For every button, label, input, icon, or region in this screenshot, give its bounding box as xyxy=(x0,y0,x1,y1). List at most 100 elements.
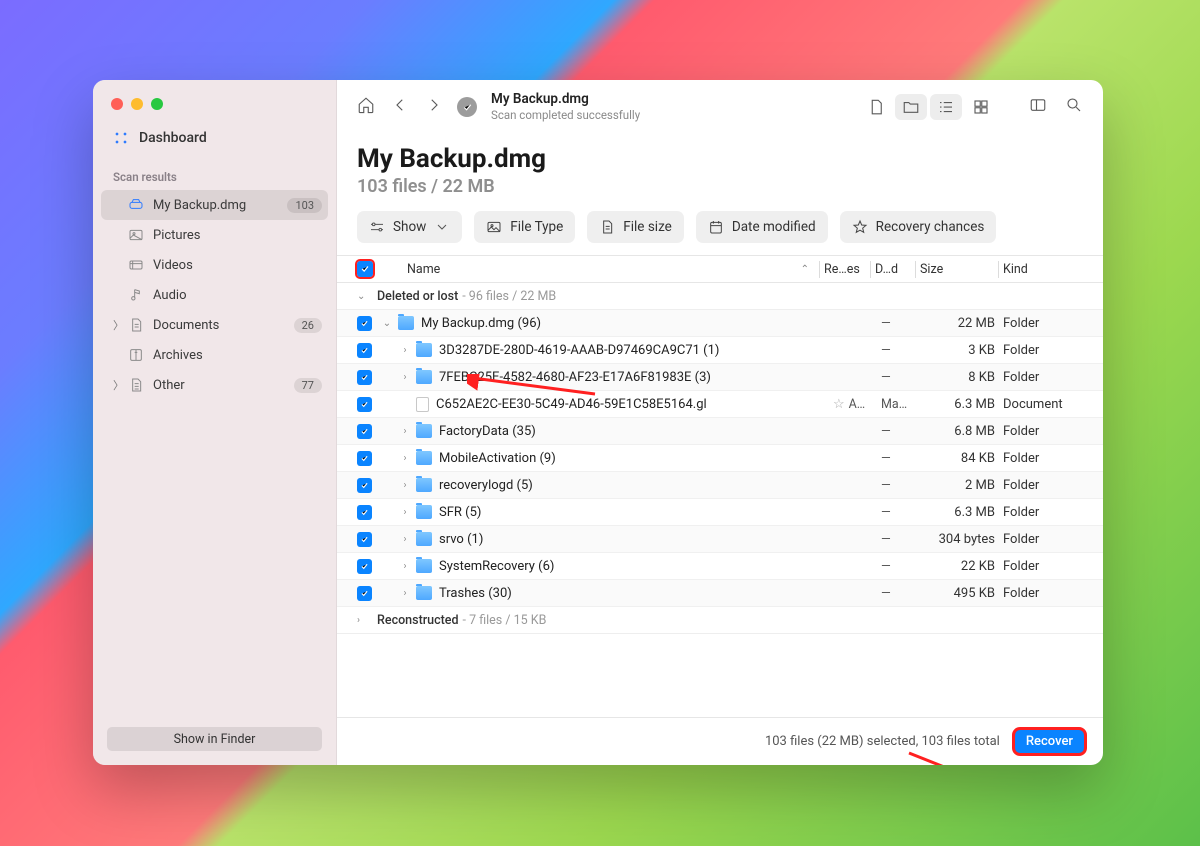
archive-icon xyxy=(127,347,145,363)
row-checkbox[interactable] xyxy=(357,559,372,574)
row-kind: Document xyxy=(1003,397,1083,412)
expand-icon[interactable]: › xyxy=(398,534,412,545)
row-name: FactoryData (35) xyxy=(439,424,833,439)
folder-icon xyxy=(416,451,432,465)
sidebar-item-label: Videos xyxy=(153,258,193,273)
row-checkbox[interactable] xyxy=(357,451,372,466)
row-checkbox[interactable] xyxy=(357,397,372,412)
scan-complete-icon xyxy=(457,97,477,117)
row-date: — xyxy=(881,532,923,547)
table-row[interactable]: ›7FEBC25E-4582-4680-AF23-E17A6F81983E (3… xyxy=(337,364,1103,391)
col-date[interactable]: D…d xyxy=(875,262,917,277)
table-row[interactable]: ›SFR (5)—6.3 MBFolder xyxy=(337,499,1103,526)
sidebar-item-label: Archives xyxy=(153,348,203,363)
footer-bar: 103 files (22 MB) selected, 103 files to… xyxy=(337,717,1103,765)
row-kind: Folder xyxy=(1003,478,1083,493)
filter-recovery-chances[interactable]: Recovery chances xyxy=(840,211,997,243)
table-row[interactable]: ›Trashes (30)—495 KBFolder xyxy=(337,580,1103,607)
dashboard-link[interactable]: Dashboard xyxy=(93,110,336,146)
table-row[interactable]: C652AE2C-EE30-5C49-AD46-59E1C58E5164.gl☆… xyxy=(337,391,1103,418)
folder-icon xyxy=(416,424,432,438)
home-icon[interactable] xyxy=(357,96,375,118)
table-body: ⌄Deleted or lost - 96 files / 22 MB ⌄ My B… xyxy=(337,283,1103,717)
row-kind: Folder xyxy=(1003,451,1083,466)
nav-back-icon[interactable] xyxy=(391,96,409,118)
table-row[interactable]: ›FactoryData (35)—6.8 MBFolder xyxy=(337,418,1103,445)
sidebar-item-pictures[interactable]: 〉Pictures xyxy=(93,220,336,250)
expand-icon[interactable]: › xyxy=(398,426,412,437)
row-size: 6.3 MB xyxy=(923,505,1003,520)
table-row[interactable]: ⌄My Backup.dmg (96)—22 MBFolder xyxy=(337,310,1103,337)
expand-icon[interactable]: › xyxy=(398,453,412,464)
view-grid-icon[interactable] xyxy=(965,94,997,120)
row-checkbox[interactable] xyxy=(357,370,372,385)
page-heading: My Backup.dmg 103 files / 22 MB xyxy=(337,134,1103,211)
sidebar-item-documents[interactable]: 〉Documents26 xyxy=(93,310,336,340)
sidebar-item-label: Audio xyxy=(153,288,186,303)
table-row[interactable]: ›recoverylogd (5)—2 MBFolder xyxy=(337,472,1103,499)
row-checkbox[interactable] xyxy=(357,586,372,601)
expand-icon[interactable]: › xyxy=(398,588,412,599)
sidebar-item-other[interactable]: 〉Other77 xyxy=(93,370,336,400)
col-recovery-chances[interactable]: Re…es xyxy=(824,262,872,277)
row-checkbox[interactable] xyxy=(357,343,372,358)
expand-icon[interactable]: › xyxy=(398,372,412,383)
search-icon[interactable] xyxy=(1065,96,1083,118)
sidebar-item-audio[interactable]: 〉Audio xyxy=(93,280,336,310)
row-date: — xyxy=(881,424,923,439)
view-doc-icon[interactable] xyxy=(860,94,892,120)
col-kind[interactable]: Kind xyxy=(1003,262,1083,277)
row-checkbox[interactable] xyxy=(357,424,372,439)
sidebar-item-archives[interactable]: 〉Archives xyxy=(93,340,336,370)
view-mode-group xyxy=(860,94,997,120)
table-row[interactable]: ›MobileActivation (9)—84 KBFolder xyxy=(337,445,1103,472)
sidebar-item-videos[interactable]: 〉Videos xyxy=(93,250,336,280)
filter-show[interactable]: Show xyxy=(357,211,462,243)
row-kind: Folder xyxy=(1003,586,1083,601)
folder-icon xyxy=(416,478,432,492)
sidebar-badge: 103 xyxy=(287,198,322,213)
image-icon xyxy=(127,227,145,243)
col-size[interactable]: Size xyxy=(920,262,1000,277)
toolbar-title-block: My Backup.dmg Scan completed successfull… xyxy=(491,91,640,122)
table-row[interactable]: ›srvo (1)—304 bytesFolder xyxy=(337,526,1103,553)
row-checkbox[interactable] xyxy=(357,505,372,520)
expand-icon[interactable]: ⌄ xyxy=(380,318,394,329)
expand-icon[interactable]: › xyxy=(398,561,412,572)
close-window[interactable] xyxy=(111,98,123,110)
fullscreen-window[interactable] xyxy=(151,98,163,110)
view-folder-icon[interactable] xyxy=(895,94,927,120)
table-group[interactable]: ⌄Deleted or lost - 96 files / 22 MB xyxy=(337,283,1103,310)
row-date: — xyxy=(881,343,923,358)
show-in-finder-button[interactable]: Show in Finder xyxy=(107,727,322,751)
recover-button[interactable]: Recover xyxy=(1014,729,1085,754)
filter-file-type[interactable]: File Type xyxy=(474,211,575,243)
row-checkbox[interactable] xyxy=(357,316,372,331)
row-date: — xyxy=(881,451,923,466)
expand-icon[interactable]: › xyxy=(398,480,412,491)
sort-indicator-icon: ⌃ xyxy=(801,264,809,275)
row-name: My Backup.dmg (96) xyxy=(421,316,833,331)
minimize-window[interactable] xyxy=(131,98,143,110)
chevron-right-icon: 〉 xyxy=(113,377,125,393)
row-size: 6.3 MB xyxy=(923,397,1003,412)
table-group[interactable]: ›Reconstructed - 7 files / 15 KB xyxy=(337,607,1103,634)
row-checkbox[interactable] xyxy=(357,532,372,547)
row-name: SFR (5) xyxy=(439,505,833,520)
dashboard-icon xyxy=(113,130,129,146)
row-checkbox[interactable] xyxy=(357,478,372,493)
filter-file-size[interactable]: File size xyxy=(587,211,684,243)
doc-icon xyxy=(127,317,145,333)
expand-icon[interactable]: › xyxy=(398,345,412,356)
table-row[interactable]: ›SystemRecovery (6)—22 KBFolder xyxy=(337,553,1103,580)
table-row[interactable]: ›3D3287DE-280D-4619-AAAB-D97469CA9C71 (1… xyxy=(337,337,1103,364)
select-all-checkbox[interactable] xyxy=(357,261,373,277)
sidebar-item-my-backup-dmg[interactable]: 〉My Backup.dmg103 xyxy=(101,190,328,220)
expand-icon[interactable]: › xyxy=(398,507,412,518)
view-list-icon[interactable] xyxy=(930,94,962,120)
col-name[interactable]: Name xyxy=(387,262,801,277)
filter-date-modified[interactable]: Date modified xyxy=(696,211,828,243)
nav-forward-icon[interactable] xyxy=(425,96,443,118)
row-size: 304 bytes xyxy=(923,532,1003,547)
sidebar-toggle-icon[interactable] xyxy=(1029,96,1047,118)
